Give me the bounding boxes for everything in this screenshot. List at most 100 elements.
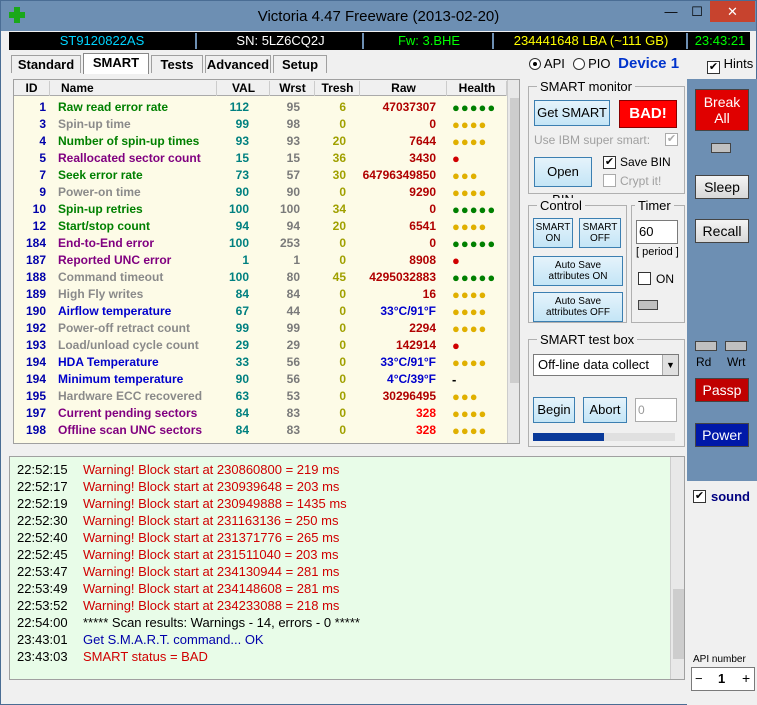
attr-tresh: 30 bbox=[332, 168, 346, 182]
get-smart-button[interactable]: Get SMART bbox=[534, 100, 610, 126]
sleep-button[interactable]: Sleep bbox=[695, 175, 749, 199]
attr-id: 195 bbox=[25, 389, 46, 403]
table-row[interactable]: 190 Airflow temperature 67 44 0 33°C/91°F ●●●● bbox=[14, 302, 507, 319]
attr-tresh: 0 bbox=[339, 406, 346, 420]
attr-val: 100 bbox=[228, 202, 249, 216]
attr-name: Offline scan UNC sectors bbox=[58, 423, 203, 437]
log-message: Warning! Block start at 231163136 = 250 … bbox=[83, 513, 339, 528]
attr-tresh: 0 bbox=[339, 389, 346, 403]
log-scrollbar[interactable] bbox=[670, 457, 684, 679]
app-window: Victoria 4.47 Freeware (2013-02-20) — ☐ … bbox=[0, 0, 757, 705]
passp-button[interactable]: Passp bbox=[695, 378, 749, 402]
crypt-it-label: Crypt it! bbox=[620, 174, 662, 188]
table-row[interactable]: 12 Start/stop count 94 94 20 6541 ●●●● bbox=[14, 217, 507, 234]
attr-wrst: 94 bbox=[286, 219, 300, 233]
table-row[interactable]: 195 Hardware ECC recovered 63 53 0 30296495 ●●… bbox=[14, 387, 507, 404]
table-row[interactable]: 188 Command timeout 100 80 45 4295032883 ●●●●● bbox=[14, 268, 507, 285]
attr-wrst: 98 bbox=[286, 117, 300, 131]
api-number-stepper[interactable]: − 1 + bbox=[691, 667, 755, 691]
col-wrst[interactable]: Wrst bbox=[271, 81, 315, 96]
autosave-off-button[interactable]: Auto Save attributes OFF bbox=[533, 292, 623, 322]
log-list: 22:52:15 Warning! Block start at 23086080… bbox=[10, 461, 670, 665]
col-id[interactable]: ID bbox=[14, 81, 50, 96]
tab-tests[interactable]: Tests bbox=[151, 55, 203, 73]
hints-checkbox[interactable]: ✔ bbox=[707, 61, 720, 74]
api-radio[interactable] bbox=[529, 58, 541, 70]
attr-raw: 4295032883 bbox=[369, 270, 436, 284]
minimize-button[interactable]: — bbox=[658, 1, 684, 22]
log-time: 22:52:30 bbox=[17, 513, 68, 528]
attr-health: ●●●● bbox=[452, 406, 488, 421]
test-progress-input[interactable]: 0 bbox=[635, 398, 677, 422]
ibm-super-smart-checkbox[interactable]: ✔ bbox=[665, 133, 678, 146]
table-row[interactable]: 7 Seek error rate 73 57 30 64796349850 ●●● bbox=[14, 166, 507, 183]
attr-val: 100 bbox=[228, 270, 249, 284]
attr-name: Command timeout bbox=[58, 270, 164, 284]
save-bin-checkbox[interactable]: ✔ bbox=[603, 156, 616, 169]
table-row[interactable]: 197 Current pending sectors 84 83 0 328 ●●●● bbox=[14, 404, 507, 421]
table-row[interactable]: 9 Power-on time 90 90 0 9290 ●●●● bbox=[14, 183, 507, 200]
table-row[interactable]: 184 End-to-End error 100 253 0 0 ●●●●● bbox=[14, 234, 507, 251]
autosave-on-button[interactable]: Auto Save attributes ON bbox=[533, 256, 623, 286]
attr-name: Minimum temperature bbox=[58, 372, 184, 386]
open-bin-button[interactable]: Open BIN bbox=[534, 157, 592, 207]
break-all-button[interactable]: Break All bbox=[695, 89, 749, 131]
attr-health: - bbox=[452, 372, 458, 387]
table-scrollbar[interactable] bbox=[507, 80, 519, 443]
table-row[interactable]: 189 High Fly writes 84 84 0 16 ●●●● bbox=[14, 285, 507, 302]
table-row[interactable]: 198 Offline scan UNC sectors 84 83 0 328 ●●●● bbox=[14, 421, 507, 438]
pio-radio[interactable] bbox=[572, 58, 585, 70]
attr-health: ●●●● bbox=[452, 304, 488, 319]
table-row[interactable]: 10 Spin-up retries 100 100 34 0 ●●●●● bbox=[14, 200, 507, 217]
device-label[interactable]: Device 1 bbox=[618, 55, 679, 72]
drive-info-bar: ST9120822AS SN: 5LZ6CQ2J Fw: 3.BHE 23444… bbox=[9, 32, 750, 50]
test-type-select[interactable]: Off-line data collect ▼ bbox=[533, 354, 679, 376]
col-raw[interactable]: Raw bbox=[361, 81, 447, 96]
table-row[interactable]: 5 Reallocated sector count 15 15 36 3430 ● bbox=[14, 149, 507, 166]
close-button[interactable]: ✕ bbox=[710, 1, 755, 22]
log-scroll-thumb[interactable] bbox=[673, 589, 684, 659]
timer-on-checkbox[interactable] bbox=[638, 272, 651, 285]
table-row[interactable]: 187 Reported UNC error 1 1 0 8908 ● bbox=[14, 251, 507, 268]
col-tresh[interactable]: Tresh bbox=[316, 81, 360, 96]
table-row[interactable]: 192 Power-off retract count 99 99 0 2294 ●●●● bbox=[14, 319, 507, 336]
table-row[interactable]: 3 Spin-up time 99 98 0 0 ●●●● bbox=[14, 115, 507, 132]
attr-name: Hardware ECC recovered bbox=[58, 389, 203, 403]
col-val[interactable]: VAL bbox=[218, 81, 270, 96]
attr-health: ●●●●● bbox=[452, 100, 497, 115]
smart-on-button[interactable]: SMART ON bbox=[533, 218, 573, 248]
col-name[interactable]: Name bbox=[51, 81, 217, 96]
recall-button[interactable]: Recall bbox=[695, 219, 749, 243]
maximize-button[interactable]: ☐ bbox=[684, 1, 710, 22]
begin-button[interactable]: Begin bbox=[533, 397, 575, 423]
sound-checkbox[interactable]: ✔ bbox=[693, 490, 706, 503]
table-row[interactable]: 194 HDA Temperature 33 56 0 33°C/91°F ●●●● bbox=[14, 353, 507, 370]
col-health[interactable]: Health bbox=[448, 81, 507, 96]
power-button[interactable]: Power bbox=[695, 423, 749, 447]
table-row[interactable]: 4 Number of spin-up times 93 93 20 7644 ●●●● bbox=[14, 132, 507, 149]
tab-smart[interactable]: SMART bbox=[83, 53, 149, 74]
attr-val: 63 bbox=[235, 389, 249, 403]
minus-icon[interactable]: − bbox=[695, 671, 703, 686]
hints-label: Hints bbox=[723, 56, 754, 71]
log-time: 22:54:00 bbox=[17, 615, 68, 630]
log-line: 22:52:17 Warning! Block start at 23093964… bbox=[10, 478, 670, 495]
timer-input[interactable]: 60 bbox=[636, 220, 678, 244]
attr-name: Airflow temperature bbox=[58, 304, 172, 318]
attr-name: Seek error rate bbox=[58, 168, 143, 182]
chevron-down-icon[interactable]: ▼ bbox=[662, 355, 678, 375]
table-row[interactable]: 1 Raw read error rate 112 95 6 47037307 ●●●●● bbox=[14, 98, 507, 115]
table-row[interactable]: 193 Load/unload cycle count 29 29 0 142914 ● bbox=[14, 336, 507, 353]
smart-test-box-group: SMART test box Off-line data collect ▼ B… bbox=[528, 332, 685, 447]
tab-advanced[interactable]: Advanced bbox=[205, 55, 271, 73]
plus-icon[interactable]: + bbox=[742, 670, 750, 686]
smart-off-button[interactable]: SMART OFF bbox=[579, 218, 621, 248]
log-time: 23:43:03 bbox=[17, 649, 68, 664]
title-bar[interactable]: Victoria 4.47 Freeware (2013-02-20) — ☐ … bbox=[1, 1, 756, 31]
table-scroll-thumb[interactable] bbox=[510, 98, 519, 383]
crypt-it-checkbox[interactable] bbox=[603, 174, 616, 187]
abort-button[interactable]: Abort bbox=[583, 397, 627, 423]
table-row[interactable]: 194 Minimum temperature 90 56 0 4°C/39°F - bbox=[14, 370, 507, 387]
tab-standard[interactable]: Standard bbox=[11, 55, 81, 73]
tab-setup[interactable]: Setup bbox=[273, 55, 327, 73]
